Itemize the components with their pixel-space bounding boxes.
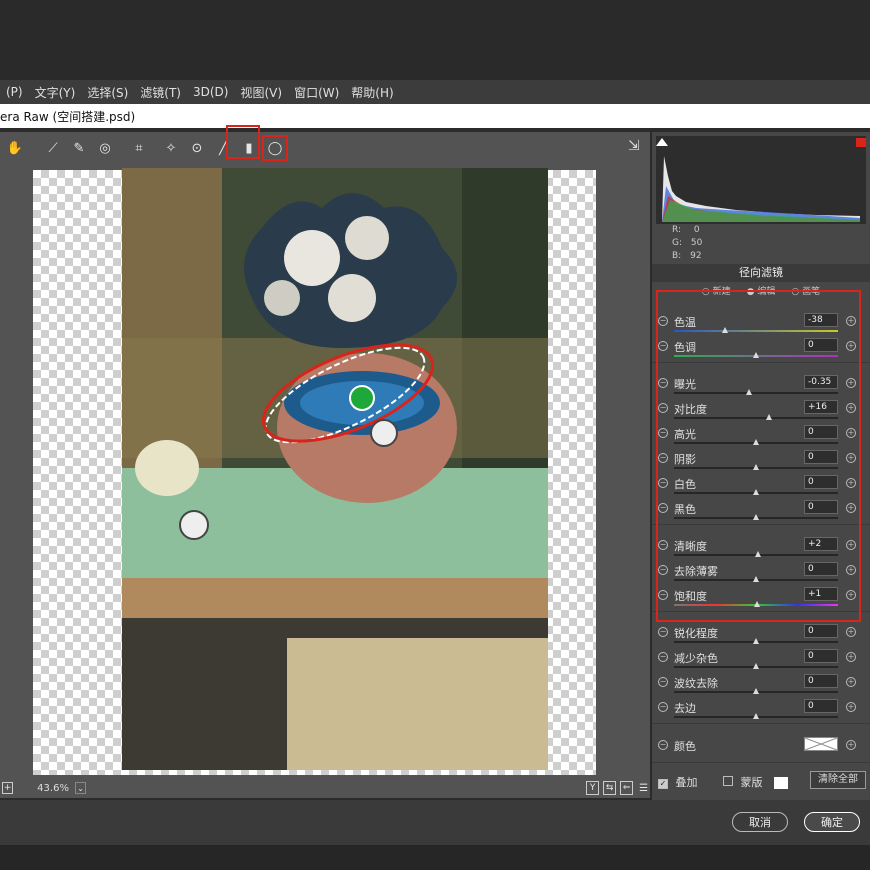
top-dark-area — [0, 0, 870, 80]
toolbar: ✋ ⟋ ✎ ◎ ⌗ ✧ ⊙ ╱ ▮ ◯ ⇲ — [0, 132, 650, 164]
adjust-row: − 去边 0 + — [652, 698, 870, 723]
white-balance-icon[interactable]: ⟋ — [42, 137, 64, 159]
panel-title: 径向滤镜 — [652, 264, 870, 282]
zoom-out-icon[interactable]: + — [2, 782, 14, 794]
adjust-label: 锐化程度 — [674, 627, 718, 640]
copy-settings-icon[interactable]: ⇐ — [620, 781, 634, 795]
color-swatch[interactable] — [804, 737, 838, 751]
crop-icon[interactable]: ⌗ — [128, 137, 150, 159]
mask-label: 蒙版 — [740, 776, 763, 789]
overlay-label: 叠加 — [675, 776, 698, 789]
open-preferences-icon[interactable]: ⇲ — [628, 138, 646, 156]
adjust-slider-thumb[interactable] — [753, 713, 759, 719]
histogram — [656, 136, 866, 224]
menu-bar: (P) 文字(Y) 选择(S) 滤镜(T) 3D(D) 视图(V) 窗口(W) … — [0, 80, 870, 104]
mask-checkbox[interactable] — [723, 776, 733, 786]
hand-icon[interactable]: ✋ — [4, 137, 26, 159]
b-value: 92 — [690, 251, 702, 261]
adjust-label: 去边 — [674, 702, 696, 715]
red-eye-icon[interactable]: ⊙ — [186, 137, 208, 159]
plus-icon[interactable]: + — [846, 652, 856, 662]
cancel-button[interactable]: 取消 — [732, 812, 788, 832]
mask-color-swatch[interactable] — [774, 777, 788, 789]
color-row: − 颜色 + — [652, 736, 870, 761]
menu-item-help[interactable]: 帮助(H) — [345, 84, 399, 101]
zoom-dropdown-icon[interactable]: ⌄ — [74, 782, 87, 794]
before-after-y-icon[interactable]: Y — [586, 781, 600, 795]
plus-icon[interactable]: + — [846, 677, 856, 687]
ok-button[interactable]: 确定 — [804, 812, 860, 832]
adjust-value-input[interactable]: 0 — [804, 674, 838, 688]
adjust-slider-thumb[interactable] — [753, 638, 759, 644]
adjust-row: − 锐化程度 0 + — [652, 623, 870, 648]
menu-item-text[interactable]: 文字(Y) — [29, 84, 82, 101]
scene-artwork — [122, 168, 548, 770]
r-value: 0 — [693, 225, 700, 235]
swap-icon[interactable]: ⇆ — [603, 781, 617, 795]
adjust-value-input[interactable]: 0 — [804, 624, 838, 638]
sliders-icon[interactable]: ☰ — [637, 781, 650, 795]
adjust-label: 波纹去除 — [674, 677, 718, 690]
spot-removal-icon[interactable]: ✧ — [160, 137, 182, 159]
bottom-strip — [0, 845, 870, 870]
menu-item-window[interactable]: 窗口(W) — [288, 84, 345, 101]
status-bar: + 43.6% ⌄ Y ⇆ ⇐ ☰ — [0, 778, 650, 798]
menu-item-view[interactable]: 视图(V) — [234, 84, 288, 101]
overlay-checkbox[interactable]: ✓ — [658, 779, 668, 789]
g-value: 50 — [690, 238, 703, 248]
plus-icon[interactable]: + — [846, 702, 856, 712]
overlay-row: ✓ 叠加 蒙版 清除全部 — [658, 771, 868, 792]
dialog-footer: 取消 确定 — [0, 800, 870, 845]
adjustment-highlight — [656, 290, 861, 622]
r-label: R: — [672, 225, 682, 235]
clear-all-button[interactable]: 清除全部 — [810, 771, 866, 789]
menu-item-select[interactable]: 选择(S) — [81, 84, 134, 101]
g-label: G: — [672, 238, 683, 248]
zoom-level[interactable]: 43.6% — [37, 783, 69, 794]
minus-icon[interactable]: − — [658, 677, 668, 687]
color-label: 颜色 — [674, 740, 696, 753]
divider — [652, 762, 870, 763]
minus-icon[interactable]: − — [658, 702, 668, 712]
minus-icon[interactable]: − — [658, 627, 668, 637]
adjust-value-input[interactable]: 0 — [804, 699, 838, 713]
rgb-readout: R: 0 G: 50 B: 92 — [656, 224, 866, 264]
adjust-row: − 波纹去除 0 + — [652, 673, 870, 698]
adjust-label: 减少杂色 — [674, 652, 718, 665]
adjust-slider-thumb[interactable] — [753, 688, 759, 694]
adjust-row: − 减少杂色 0 + — [652, 648, 870, 673]
radial-filter-icon[interactable]: ◯ — [262, 135, 288, 161]
color-plus-icon[interactable]: + — [846, 740, 856, 750]
menu-item-3d[interactable]: 3D(D) — [187, 85, 234, 99]
menu-item-filter[interactable]: 滤镜(T) — [134, 84, 187, 101]
adjust-value-input[interactable]: 0 — [804, 649, 838, 663]
pin-active-green — [349, 385, 375, 411]
image-preview[interactable] — [122, 168, 548, 770]
window-title: era Raw (空间搭建.psd) — [0, 104, 870, 128]
radial-tool-highlight — [226, 125, 260, 159]
adjust-slider-thumb[interactable] — [753, 663, 759, 669]
targeted-adjust-icon[interactable]: ◎ — [94, 137, 116, 159]
plus-icon[interactable]: + — [846, 627, 856, 637]
color-minus-icon[interactable]: − — [658, 740, 668, 750]
minus-icon[interactable]: − — [658, 652, 668, 662]
divider — [652, 723, 870, 724]
b-label: B: — [672, 251, 682, 261]
menu-item-partial[interactable]: (P) — [0, 85, 29, 99]
color-sampler-icon[interactable]: ✎ — [68, 137, 90, 159]
